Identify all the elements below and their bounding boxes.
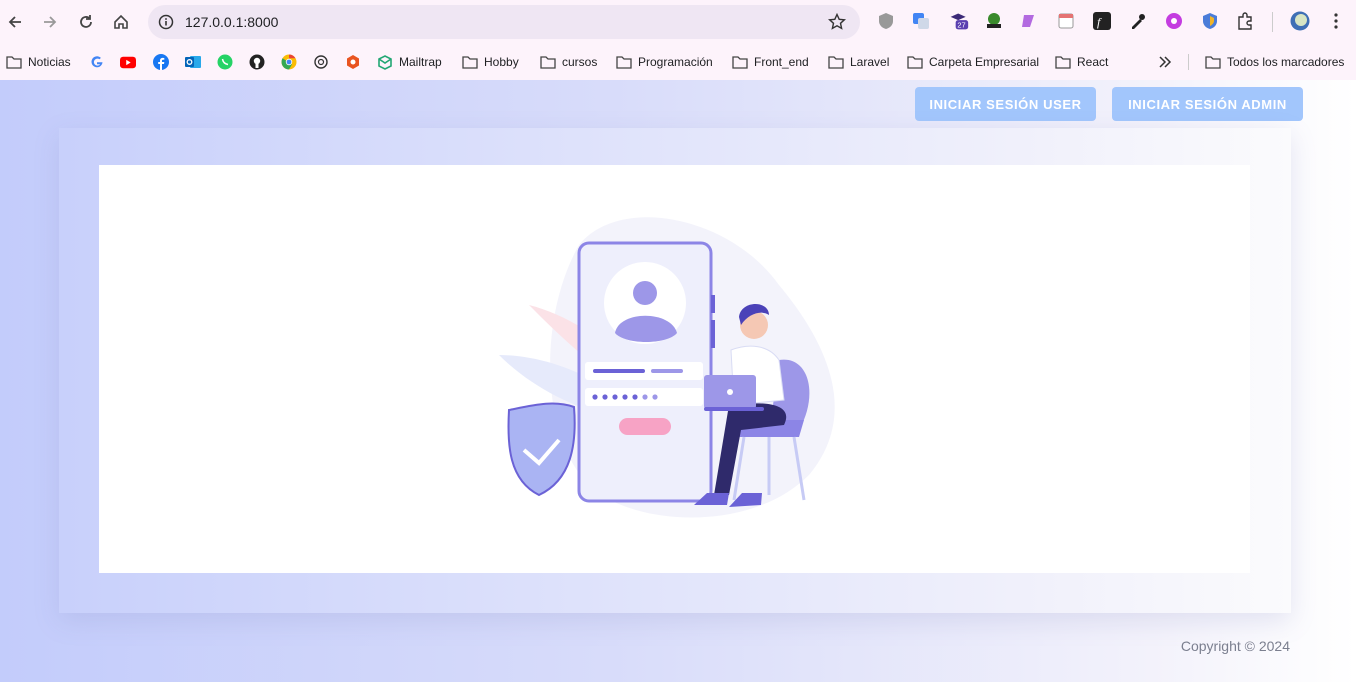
site-info-icon[interactable] (158, 14, 174, 30)
bookmark-noticias[interactable]: Noticias (6, 52, 71, 72)
bookmarks-divider (1188, 54, 1189, 70)
bookmark-front-end[interactable]: Front_end (732, 52, 809, 72)
bookmark-mailtrap[interactable]: Mailtrap (377, 52, 442, 72)
bookmark-label: Noticias (28, 55, 71, 69)
phone-side-button (711, 295, 715, 313)
all-bookmarks-label: Todos los marcadores (1227, 55, 1345, 69)
shield-colored-extension-icon[interactable] (1200, 11, 1220, 31)
bookmark-label: cursos (562, 55, 598, 69)
laptop-base (704, 407, 764, 411)
purple-shape-extension-icon[interactable] (1019, 11, 1039, 31)
folder-icon (828, 54, 844, 70)
more-bookmarks-button[interactable] (1157, 52, 1173, 72)
back-arrow-icon (8, 16, 21, 28)
calendar-extension-icon[interactable] (1056, 11, 1076, 31)
folder-icon (907, 54, 923, 70)
bookmark-cursos[interactable]: cursos (540, 52, 597, 72)
bookmark-google[interactable] (89, 52, 105, 72)
avatar-head (633, 281, 657, 305)
bookmark-github[interactable] (249, 52, 265, 72)
bookmark-hobby[interactable]: Hobby (462, 52, 519, 72)
login-admin-button[interactable]: INICIAR SESIÓN ADMIN (1112, 87, 1303, 121)
profile-avatar[interactable] (1290, 11, 1310, 31)
bookmark-label: Mailtrap (399, 55, 442, 69)
forward-arrow-icon (44, 16, 57, 28)
font-extension-icon[interactable]: f (1092, 11, 1112, 31)
reload-icon (80, 15, 92, 28)
graduation-extension-icon[interactable]: 27 (949, 11, 969, 31)
folder-icon (1205, 54, 1221, 70)
username-line (651, 369, 683, 373)
shield-shape (507, 402, 576, 497)
laptop-logo (727, 389, 733, 395)
submit-pill-shape (619, 418, 671, 435)
bookmark-label: React (1077, 55, 1109, 69)
shield-extension-icon[interactable] (876, 11, 896, 31)
bookmark-label: Front_end (754, 55, 809, 69)
bookmark-label: Programación (638, 55, 713, 69)
mailtrap-icon (377, 54, 393, 70)
google-icon (89, 54, 105, 70)
tree-extension-icon[interactable] (984, 11, 1004, 31)
translate-extension-icon[interactable] (911, 11, 931, 31)
youtube-icon (120, 54, 136, 70)
bookmark-label: Laravel (850, 55, 890, 69)
bookmarks-bar: Noticias Mailtrap Hobby cursos Programac… (0, 44, 1356, 80)
address-bar[interactable]: 127.0.0.1:8000 (148, 5, 860, 39)
bookmark-laravel[interactable]: Laravel (828, 52, 889, 72)
forward-button[interactable] (38, 10, 62, 34)
bookmark-openai[interactable] (313, 52, 329, 72)
ubuntu-icon (345, 54, 361, 70)
bookmark-react[interactable]: React (1055, 52, 1108, 72)
back-button[interactable] (3, 10, 27, 34)
folder-icon (540, 54, 556, 70)
home-icon (114, 14, 128, 29)
phone-side-button (711, 320, 715, 348)
openai-icon (313, 54, 329, 70)
toolbar-divider (1272, 12, 1273, 32)
bookmark-youtube[interactable] (120, 52, 136, 72)
page-content: INICIAR SESIÓN USER INICIAR SESIÓN ADMIN (0, 80, 1356, 682)
bookmark-label: Carpeta Empresarial (929, 55, 1040, 69)
bookmark-ubuntu[interactable] (345, 52, 361, 72)
copyright-text: Copyright © 2024 (1180, 638, 1290, 654)
login-illustration (499, 217, 835, 518)
hero-card-inner (99, 165, 1250, 573)
color-picker-extension-icon[interactable] (1128, 11, 1148, 31)
folder-icon (1055, 54, 1071, 70)
bookmark-carpeta-empresarial[interactable]: Carpeta Empresarial (907, 52, 1039, 72)
folder-icon (6, 54, 22, 70)
facebook-icon (153, 54, 169, 70)
reload-button[interactable] (74, 10, 98, 34)
github-icon (249, 54, 265, 70)
double-chevron-right-icon (1157, 54, 1173, 70)
browser-toolbar: 127.0.0.1:8000 27 f (0, 0, 1356, 44)
username-line (593, 369, 645, 373)
extensions-puzzle-icon[interactable] (1235, 11, 1255, 31)
bookmark-facebook[interactable] (153, 52, 169, 72)
bookmark-star-icon[interactable] (828, 13, 846, 31)
bookmark-chrome[interactable] (281, 52, 297, 72)
home-button[interactable] (109, 10, 133, 34)
outlook-icon (185, 54, 201, 70)
chrome-icon (281, 54, 297, 70)
login-user-button[interactable]: INICIAR SESIÓN USER (915, 87, 1096, 121)
bookmark-outlook[interactable] (185, 52, 201, 72)
menu-kebab-icon[interactable] (1326, 11, 1346, 31)
bookmark-label: Hobby (484, 55, 519, 69)
purple-badge-extension-icon[interactable] (1164, 11, 1184, 31)
folder-icon (462, 54, 478, 70)
bookmark-whatsapp[interactable] (217, 52, 233, 72)
all-bookmarks-folder[interactable]: Todos los marcadores (1205, 52, 1344, 72)
bookmark-programacion[interactable]: Programación (616, 52, 713, 72)
hero-card (59, 128, 1291, 613)
whatsapp-icon (217, 54, 233, 70)
url-text[interactable]: 127.0.0.1:8000 (185, 14, 278, 30)
extension-badge: 27 (957, 21, 965, 30)
folder-icon (732, 54, 748, 70)
folder-icon (616, 54, 632, 70)
